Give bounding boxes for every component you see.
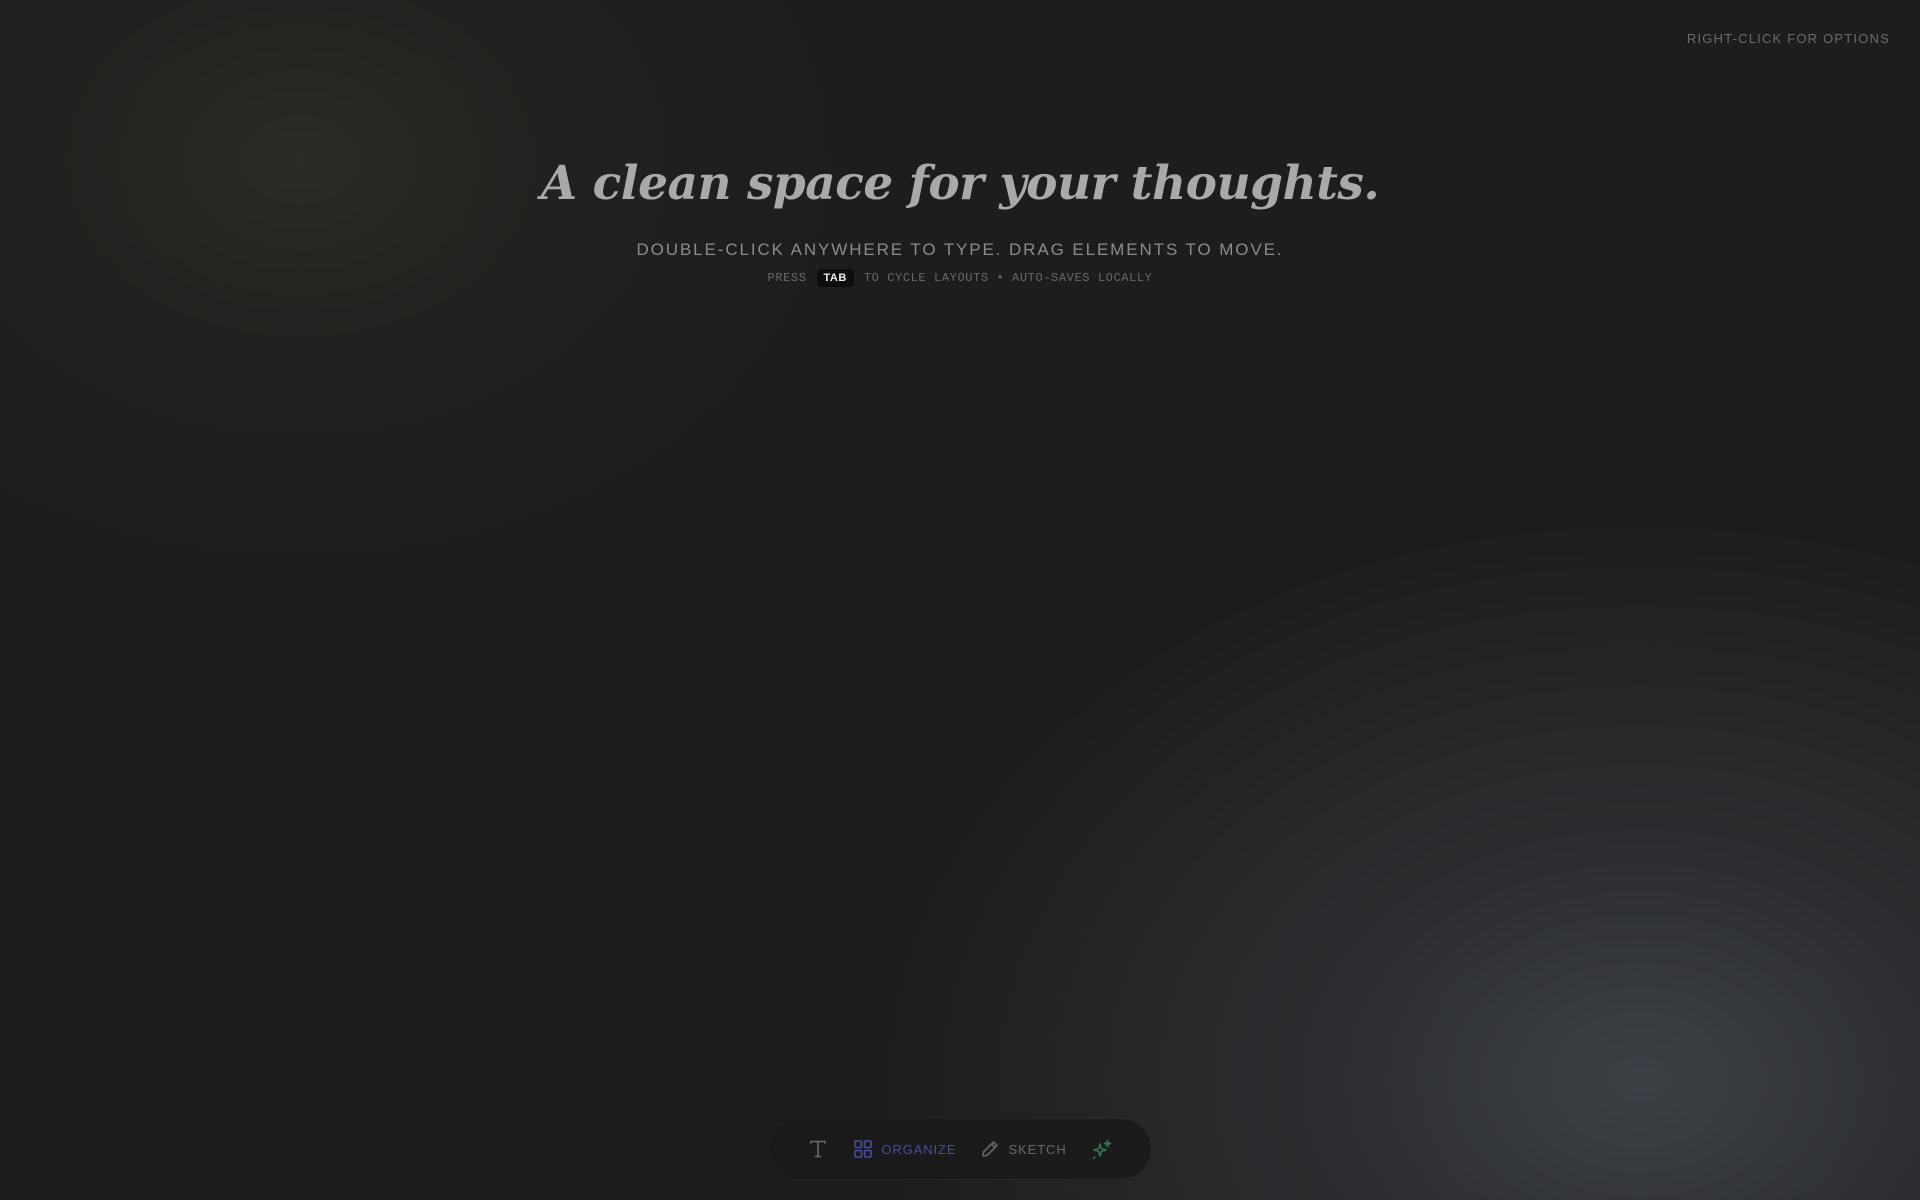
organize-label: ORGANIZE xyxy=(881,1141,957,1157)
hero: A clean space for your thoughts. DOUBLE-… xyxy=(0,150,1920,287)
sketch-tool-button[interactable]: SKETCH xyxy=(968,1129,1078,1169)
keyboard-hint: PRESS TAB TO CYCLE LAYOUTS • AUTO-SAVES … xyxy=(768,269,1153,287)
hint-suffix: TO CYCLE LAYOUTS • AUTO-SAVES LOCALLY xyxy=(863,271,1153,285)
text-icon xyxy=(807,1138,829,1160)
text-tool-button[interactable] xyxy=(795,1129,841,1169)
right-click-hint: RIGHT-CLICK FOR OPTIONS xyxy=(1686,31,1890,46)
hint-prefix: PRESS xyxy=(767,271,807,285)
ai-tool-button[interactable] xyxy=(1079,1129,1125,1169)
pencil-icon xyxy=(980,1139,1000,1159)
tab-key-badge: TAB xyxy=(816,269,854,287)
grid-icon xyxy=(853,1139,873,1159)
organize-tool-button[interactable]: ORGANIZE xyxy=(841,1129,968,1169)
instructions-subtitle: DOUBLE-CLICK ANYWHERE TO TYPE. DRAG ELEM… xyxy=(636,240,1284,259)
sketch-label: SKETCH xyxy=(1008,1141,1067,1157)
page-title: A clean space for your thoughts. xyxy=(540,156,1380,211)
bottom-toolbar: ORGANIZE SKETCH xyxy=(769,1119,1151,1179)
sparkles-icon xyxy=(1091,1138,1113,1160)
